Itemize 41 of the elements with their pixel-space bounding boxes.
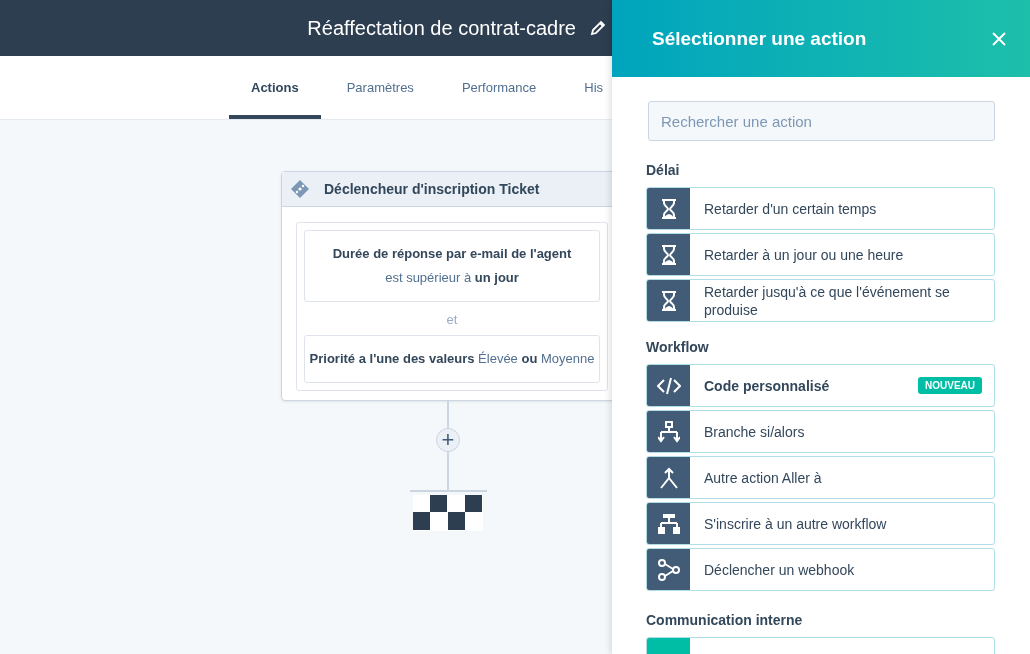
- panel-title: Sélectionner une action: [652, 27, 867, 50]
- action-item[interactable]: Autre action Aller à: [646, 456, 995, 499]
- edit-button[interactable]: [588, 18, 608, 38]
- action-item[interactable]: S'inscrire à un autre workflow: [646, 502, 995, 545]
- workflow-title: Réaffectation de contrat-cadre: [307, 16, 576, 40]
- trigger-title: Déclencheur d'inscription Ticket: [324, 181, 540, 197]
- ticket-icon: [290, 179, 310, 199]
- action-item[interactable]: Branche si/alors: [646, 410, 995, 453]
- section-heading: Communication interne: [646, 612, 804, 628]
- close-icon: [992, 31, 1006, 46]
- action-item[interactable]: Retarder à un jour ou une heure: [646, 233, 995, 276]
- finish-flag-icon: [413, 495, 483, 531]
- action-item[interactable]: Déclencher un webhook: [646, 548, 995, 591]
- section-heading: Workflow: [646, 339, 710, 355]
- action-item[interactable]: Retarder d'un certain temps: [646, 187, 995, 230]
- new-badge: NOUVEAU: [918, 377, 982, 394]
- condition-box[interactable]: Priorité a l'une des valeurs Élevée ou Moyenne: [304, 335, 600, 383]
- condition-text: est supérieur à un jour: [385, 270, 519, 285]
- close-button[interactable]: [990, 29, 1008, 48]
- merge-arrow-icon: [658, 466, 679, 489]
- tab[interactable]: Paramètres: [324, 56, 436, 119]
- hourglass-icon: [660, 198, 677, 219]
- tab[interactable]: Performance: [439, 56, 559, 119]
- condition-box[interactable]: Durée de réponse par e-mail de l'agent est supérieur à un jour: [304, 230, 600, 302]
- condition-property: Durée de réponse par e-mail de l'agent: [331, 245, 573, 263]
- condition-text: Priorité a l'une des valeurs Élevée ou Moyenne: [309, 351, 595, 366]
- section-heading: Délai: [646, 162, 681, 178]
- action-item[interactable]: Code personnalisé NOUVEAU: [646, 364, 995, 407]
- search-field[interactable]: Rechercher une action: [648, 101, 995, 141]
- hourglass-icon: [660, 290, 677, 311]
- add-action-button[interactable]: +: [436, 428, 460, 452]
- tab[interactable]: His: [562, 56, 604, 119]
- branch-icon: [657, 420, 680, 443]
- code-icon: [656, 376, 681, 395]
- pencil-icon: [590, 20, 606, 36]
- hourglass-icon: [660, 244, 677, 265]
- hierarchy-icon: [656, 512, 681, 535]
- webhook-icon: [656, 558, 681, 581]
- condition-joiner: et: [446, 311, 458, 329]
- action-item[interactable]: Retarder jusqu'à ce que l'événement se produise: [646, 279, 995, 322]
- tab[interactable]: Actions: [229, 56, 321, 119]
